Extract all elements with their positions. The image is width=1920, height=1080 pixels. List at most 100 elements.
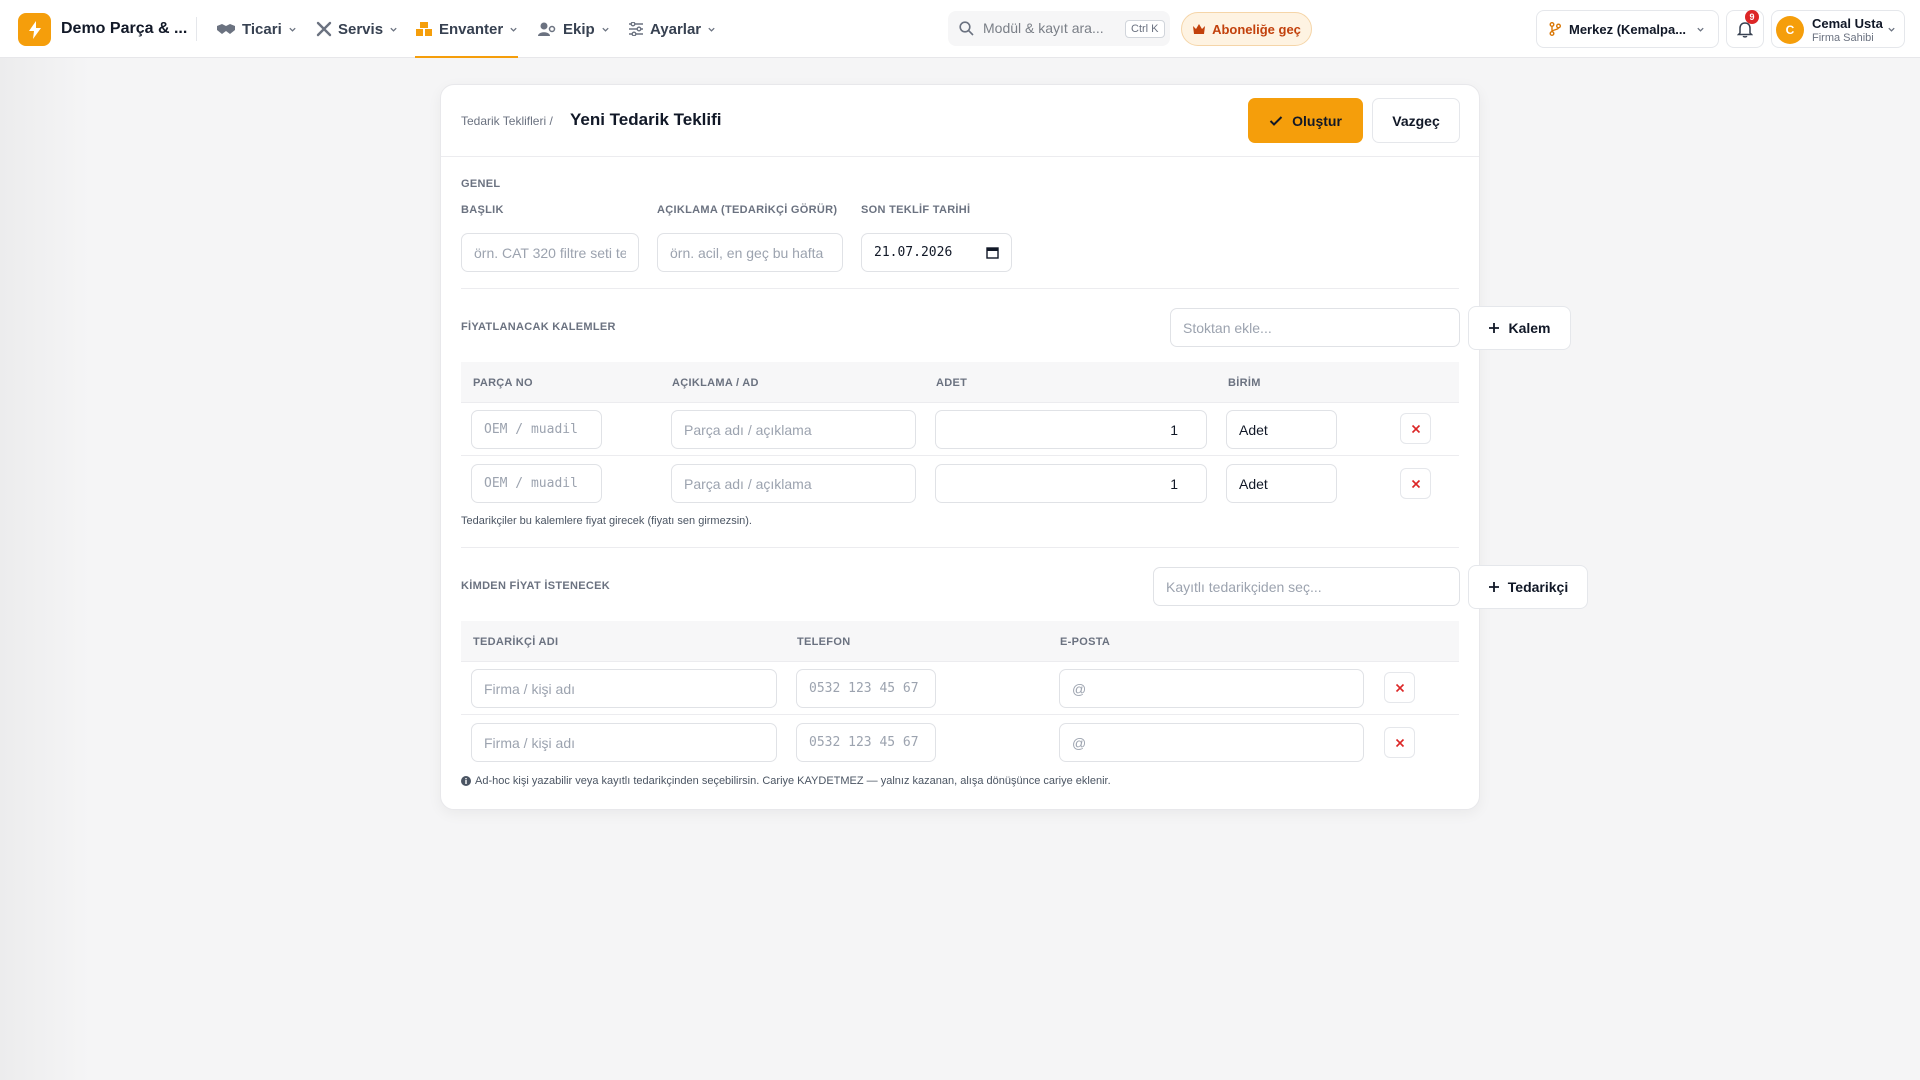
handshake-icon [217,24,235,34]
create-button[interactable]: Oluştur [1248,98,1363,143]
supplier-phone-input[interactable] [796,723,936,762]
supplier-name-input[interactable] [471,669,777,708]
subscribe-button[interactable]: Aboneliğe geç [1181,12,1312,46]
supplier-name-input[interactable] [471,723,777,762]
chevron-down-icon [510,27,517,32]
unit-input[interactable] [1226,464,1337,503]
row-divider [461,455,1459,456]
deadline-label: SON TEKLİF TARİHİ [861,204,971,216]
user-name: Cemal Usta [1812,16,1883,31]
page-title: Yeni Tedarik Teklifi [570,110,722,129]
chevron-down-icon [708,27,715,32]
items-table-header: PARÇA NO AÇIKLAMA / AD ADET BİRİM [461,362,1459,403]
add-item-label: Kalem [1508,320,1551,336]
chevron-down-icon [1697,27,1704,32]
wrench-icon [316,21,332,37]
nav-envanter[interactable]: Envanter [415,0,519,58]
column-header: ADET [936,377,968,389]
global-search[interactable]: Ctrl K [948,11,1170,46]
column-header: PARÇA NO [473,377,533,389]
cancel-button[interactable]: Vazgeç [1372,98,1460,143]
background-shade [0,58,90,1080]
nav-label: Ekip [563,20,595,38]
check-icon [1269,115,1283,126]
add-supplier-button[interactable]: Tedarikçi [1468,565,1588,609]
create-label: Oluştur [1292,112,1342,129]
chevron-down-icon [1888,27,1895,32]
notifications-button[interactable]: 9 [1726,10,1764,48]
boxes-icon [416,22,432,36]
nav-label: Ayarlar [650,20,702,38]
nav-servis[interactable]: Servis [316,0,398,58]
supplier-email-input[interactable] [1059,723,1364,762]
subscribe-label: Aboneliğe geç [1212,21,1301,37]
date-value: 21.07.2026 [874,245,953,260]
supplier-email-input[interactable] [1059,669,1364,708]
add-item-button[interactable]: Kalem [1468,306,1571,350]
divider [461,547,1459,548]
close-icon [1411,424,1420,433]
search-input[interactable] [983,20,1123,36]
supplier-select-input[interactable] [1153,567,1460,606]
git-branch-icon [1549,22,1561,36]
part-description-input[interactable] [671,410,916,449]
supplier-phone-input[interactable] [796,669,936,708]
app-logo[interactable] [18,13,51,46]
branch-label: Merkez (Kemalpa... [1569,21,1687,37]
user-menu[interactable]: C Cemal Usta Firma Sahibi [1771,10,1905,48]
section-items: FİYATLANACAK KALEMLER [461,321,616,333]
top-bar: Demo Parça & ... Ticari Servis Envanter … [0,0,1920,58]
column-header: TEDARİKÇİ ADI [473,636,559,648]
card-header: Tedarik Teklifleri / Yeni Tedarik Teklif… [441,85,1479,157]
part-description-input[interactable] [671,464,916,503]
title-label: BAŞLIK [461,204,504,216]
nav-ticari[interactable]: Ticari [216,0,297,58]
info-icon [461,776,471,786]
nav-ayarlar[interactable]: Ayarlar [628,0,716,58]
crown-icon [1193,24,1206,34]
column-header: AÇIKLAMA / AD [672,377,759,389]
chevron-down-icon [390,27,397,32]
part-number-input[interactable] [471,410,602,449]
calendar-icon[interactable] [986,246,999,259]
breadcrumb[interactable]: Tedarik Teklifleri / [461,114,553,128]
part-number-input[interactable] [471,464,602,503]
close-icon [1395,738,1404,747]
row-divider [461,714,1459,715]
suppliers-note-text: Ad-hoc kişi yazabilir veya kayıtlı tedar… [475,775,1111,787]
search-icon [959,21,974,36]
description-input[interactable] [657,233,843,272]
suppliers-table-header: TEDARİKÇİ ADI TELEFON E-POSTA [461,621,1459,662]
divider [196,17,197,41]
quantity-input[interactable] [935,464,1207,503]
remove-supplier-button[interactable] [1384,672,1415,703]
title-input[interactable] [461,233,639,272]
users-icon [538,22,556,36]
nav-label: Ticari [242,20,282,38]
stock-search-input[interactable] [1170,308,1460,347]
add-supplier-label: Tedarikçi [1507,579,1569,595]
branch-selector[interactable]: Merkez (Kemalpa... [1536,10,1719,48]
remove-supplier-button[interactable] [1384,727,1415,758]
avatar: C [1776,16,1804,44]
user-role: Firma Sahibi [1812,32,1874,44]
column-header: E-POSTA [1060,636,1111,648]
nav-ekip[interactable]: Ekip [537,0,610,58]
section-general: GENEL [461,178,501,190]
suppliers-note: Ad-hoc kişi yazabilir veya kayıtlı tedar… [461,775,1111,787]
remove-row-button[interactable] [1400,468,1431,499]
sliders-icon [629,22,643,36]
quantity-input[interactable] [935,410,1207,449]
nav-label: Envanter [439,20,504,38]
brand-name[interactable]: Demo Parça & ... [61,20,187,38]
description-label: AÇIKLAMA (TEDARİKÇİ GÖRÜR) [657,204,838,216]
section-suppliers: KİMDEN FİYAT İSTENECEK [461,580,611,592]
chevron-down-icon [602,27,609,32]
plus-icon [1489,323,1500,333]
deadline-date-input[interactable]: 21.07.2026 [861,233,1012,272]
nav-label: Servis [338,20,384,38]
unit-input[interactable] [1226,410,1337,449]
lightning-icon [28,20,41,39]
items-note: Tedarikçiler bu kalemlere fiyat girecek … [461,515,752,527]
remove-row-button[interactable] [1400,413,1431,444]
